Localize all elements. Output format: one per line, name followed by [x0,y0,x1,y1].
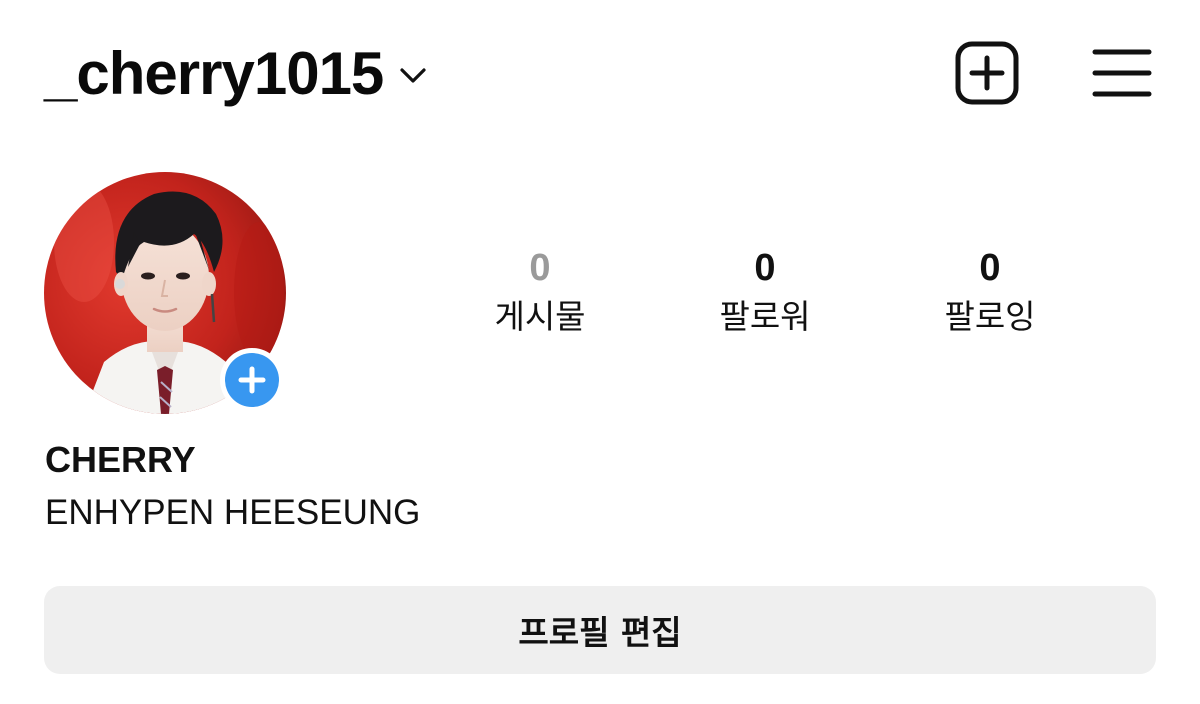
plus-circle-icon [238,366,266,394]
following-label: 팔로잉 [944,297,1036,336]
account-switcher[interactable]: _cherry1015 [44,34,427,114]
display-name: CHERRY [45,439,196,480]
posts-count: 0 [529,247,551,289]
followers-stat[interactable]: 0 팔로워 [665,244,865,342]
edit-profile-button[interactable]: 프로필 편집 [44,586,1156,674]
followers-count: 0 [754,247,776,289]
following-stat[interactable]: 0 팔로잉 [890,244,1090,342]
menu-button[interactable] [1092,46,1152,100]
plus-square-icon [955,41,1019,105]
profile-header: _cherry1015 [44,34,1156,114]
edit-profile-label: 프로필 편집 [518,613,682,652]
following-count: 0 [979,247,1001,289]
bio-text: ENHYPEN HEESEUNG [45,493,421,532]
chevron-down-icon [400,68,426,83]
posts-label: 게시물 [494,297,586,336]
hamburger-menu-icon [1092,49,1152,97]
avatar-container [44,172,286,414]
posts-stat: 0 게시물 [440,244,640,342]
add-story-button[interactable] [220,348,284,412]
username: _cherry1015 [44,40,384,107]
followers-label: 팔로워 [719,297,811,336]
new-post-button[interactable] [954,40,1020,106]
